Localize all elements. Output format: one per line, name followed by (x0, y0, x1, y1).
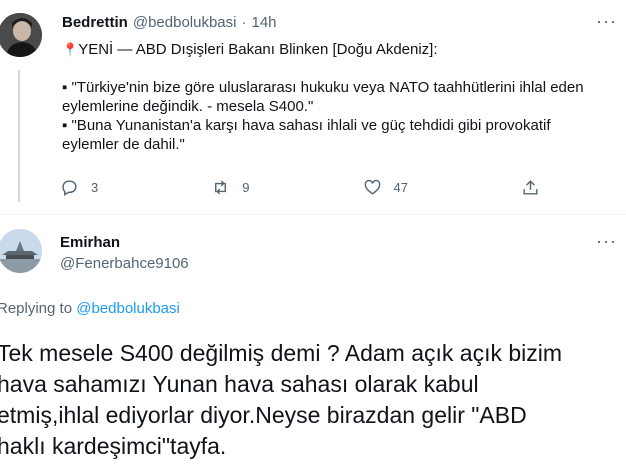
replying-to-label: Replying to (0, 300, 77, 317)
retweet-button[interactable]: 9 (211, 178, 249, 197)
tweet-divider (0, 214, 626, 215)
share-icon (523, 180, 538, 195)
more-options-icon[interactable]: ··· (596, 11, 617, 32)
thread-connector-line (18, 70, 20, 202)
like-count: 47 (393, 180, 408, 195)
author-name[interactable]: Bedrettin (62, 14, 128, 31)
reply-tweet-text: Tek mesele S400 değilmiş demi ? Adam açı… (0, 340, 563, 459)
tweet-time[interactable]: 14h (251, 14, 276, 31)
tweet1-header: Bedrettin @bedbolukbasi · 14h (62, 14, 277, 31)
tweet1-body: 📍YENİ — ABD Dışişleri Bakanı Blinken [Do… (62, 40, 607, 154)
avatar-emirhan[interactable] (0, 229, 42, 273)
author-name[interactable]: Emirhan (60, 234, 120, 251)
avatar-bedrettin[interactable] (0, 13, 42, 57)
more-options-icon[interactable]: ··· (596, 231, 617, 252)
retweet-count: 9 (242, 180, 250, 195)
reply-count: 3 (91, 180, 99, 195)
author-handle[interactable]: @Fenerbahce9106 (60, 255, 189, 272)
replying-to-line: Replying to @bedbolukbasi (0, 300, 180, 317)
replying-to-link[interactable]: @bedbolukbasi (76, 300, 180, 317)
separator-dot: · (241, 14, 247, 31)
heart-icon (364, 179, 380, 195)
avatar-photo-icon (0, 13, 42, 57)
reply-button[interactable]: 3 (60, 178, 98, 197)
like-button[interactable]: 47 (363, 178, 408, 197)
author-handle[interactable]: @bedbolukbasi (133, 14, 237, 31)
share-button[interactable] (521, 178, 540, 197)
reply-icon (62, 180, 77, 196)
tweet1-text: YENİ — ABD Dışişleri Bakanı Blinken [Doğ… (62, 41, 584, 153)
retweet-icon (215, 180, 227, 195)
tweet1-actions: 3 9 47 (60, 178, 540, 197)
pin-icon: 📍 (62, 42, 79, 57)
avatar-jet-icon (0, 229, 42, 273)
